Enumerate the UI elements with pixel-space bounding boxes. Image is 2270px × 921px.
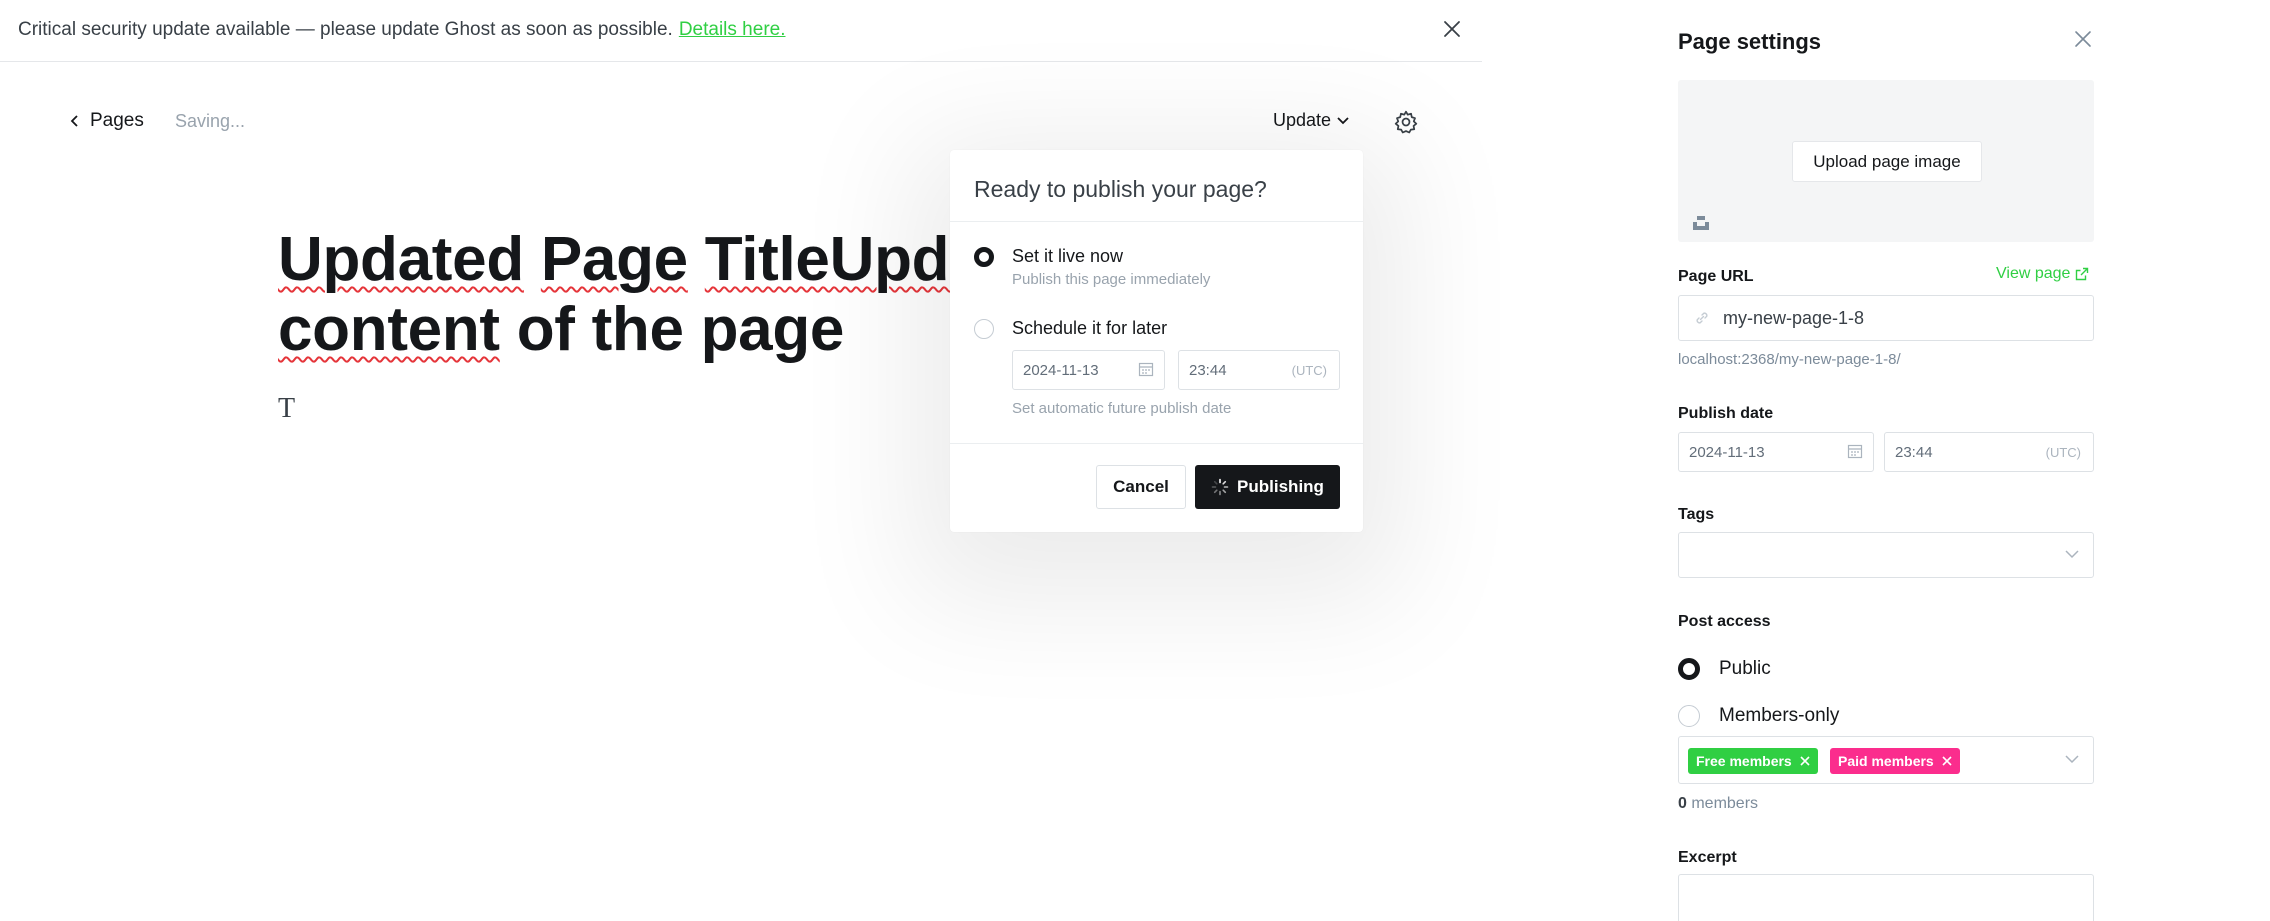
title-word: Page	[540, 225, 688, 294]
cancel-button[interactable]: Cancel	[1096, 465, 1186, 509]
back-label: Pages	[90, 110, 144, 131]
publish-button[interactable]: Publishing	[1195, 465, 1340, 509]
member-tiers-select[interactable]: Free members Paid members	[1678, 736, 2094, 784]
timezone-label: (UTC)	[2045, 445, 2081, 460]
radio-selected[interactable]	[1678, 658, 1700, 680]
page-url-label: Page URL	[1678, 268, 1754, 285]
schedule-date-field[interactable]: 2024-11-13	[1012, 350, 1165, 390]
editor-body[interactable]: T	[278, 393, 295, 425]
chevron-down-icon	[1337, 116, 1349, 124]
close-icon[interactable]	[1440, 17, 1464, 41]
access-members-label: Members-only	[1719, 705, 1840, 726]
modal-footer: Cancel Publishing	[950, 443, 1363, 532]
option-later-label: Schedule it for later	[1012, 318, 1168, 338]
update-label: Update	[1273, 110, 1332, 130]
url-preview: localhost:2368/my-new-page-1-8/	[1678, 351, 1901, 368]
schedule-time: 23:44	[1189, 362, 1227, 379]
save-status: Saving...	[175, 111, 246, 131]
title-word: content	[278, 295, 500, 364]
close-icon[interactable]	[1800, 756, 1810, 766]
panel-title: Page settings	[1678, 29, 1822, 54]
page-url-field[interactable]	[1678, 295, 2094, 341]
option-now-sub: Publish this page immediately	[1012, 271, 1211, 288]
page-url-input[interactable]	[1723, 308, 2063, 329]
access-public-option[interactable]: Public	[1678, 658, 1771, 680]
radio-unselected[interactable]	[1678, 705, 1700, 727]
banner-message: Critical security update available — ple…	[18, 19, 673, 40]
members-count-suffix: members	[1686, 795, 1759, 812]
access-members-option[interactable]: Members-only	[1678, 705, 1839, 727]
post-access-label: Post access	[1678, 613, 1771, 630]
banner-details-link[interactable]: Details here.	[679, 19, 786, 40]
excerpt-label: Excerpt	[1678, 849, 1737, 866]
chip-paid-members[interactable]: Paid members	[1830, 748, 1960, 774]
feature-image-area[interactable]: Upload page image	[1678, 80, 2094, 242]
publish-date: 2024-11-13	[1689, 444, 1765, 461]
tags-label: Tags	[1678, 506, 1715, 523]
security-banner: Critical security update available — ple…	[0, 0, 1482, 62]
chip-free-members[interactable]: Free members	[1688, 748, 1818, 774]
modal-heading: Ready to publish your page?	[950, 150, 1363, 222]
schedule-hint: Set automatic future publish date	[1012, 400, 1232, 417]
members-count-number: 0	[1678, 795, 1687, 812]
update-dropdown-button[interactable]: Update	[1273, 110, 1349, 131]
upload-image-button[interactable]: Upload page image	[1792, 141, 1982, 182]
publish-date-label: Publish date	[1678, 405, 1774, 422]
publish-time-field[interactable]: 23:44 (UTC)	[1884, 432, 2094, 472]
schedule-time-field[interactable]: 23:44 (UTC)	[1178, 350, 1340, 390]
chevron-left-icon	[70, 115, 78, 127]
publish-time: 23:44	[1895, 444, 1933, 461]
excerpt-field[interactable]	[1678, 874, 2094, 921]
spinner-icon	[1211, 478, 1229, 496]
page-settings-panel: Page settings Upload page image Page URL…	[1638, 0, 2270, 921]
radio-unselected[interactable]	[974, 319, 994, 339]
publish-label: Publishing	[1237, 477, 1324, 496]
banner-text: Critical security update available — ple…	[18, 19, 786, 41]
radio-selected[interactable]	[974, 247, 994, 267]
schedule-date: 2024-11-13	[1023, 362, 1099, 379]
view-page-label: View page	[1996, 265, 2071, 282]
title-words: of the page	[516, 295, 845, 364]
chip-free-label: Free members	[1696, 753, 1792, 769]
calendar-icon	[1847, 444, 1863, 459]
chevron-down-icon	[2065, 755, 2079, 764]
timezone-label: (UTC)	[1291, 363, 1327, 378]
page-title[interactable]: Updated Page TitleUpdat content of the p…	[278, 225, 1578, 365]
tags-input[interactable]	[1678, 532, 2094, 578]
option-now-label: Set it live now	[1012, 246, 1124, 266]
access-public-label: Public	[1719, 658, 1771, 679]
calendar-icon	[1138, 362, 1154, 377]
publish-modal: Ready to publish your page? Set it live …	[950, 150, 1363, 532]
link-icon	[1696, 312, 1708, 324]
members-count: 0 members	[1678, 795, 1758, 813]
title-word: Updated	[278, 225, 524, 294]
publish-date-field[interactable]: 2024-11-13	[1678, 432, 1874, 472]
back-to-pages-link[interactable]: Pages	[70, 110, 144, 132]
view-page-link[interactable]: View page	[1996, 265, 2089, 283]
unsplash-icon[interactable]	[1692, 213, 1710, 231]
chip-paid-label: Paid members	[1838, 753, 1934, 769]
external-link-icon	[2076, 267, 2089, 281]
gear-icon[interactable]	[1393, 109, 1419, 135]
close-icon[interactable]	[2072, 28, 2094, 50]
close-icon[interactable]	[1942, 756, 1952, 766]
chevron-down-icon	[2065, 550, 2079, 559]
